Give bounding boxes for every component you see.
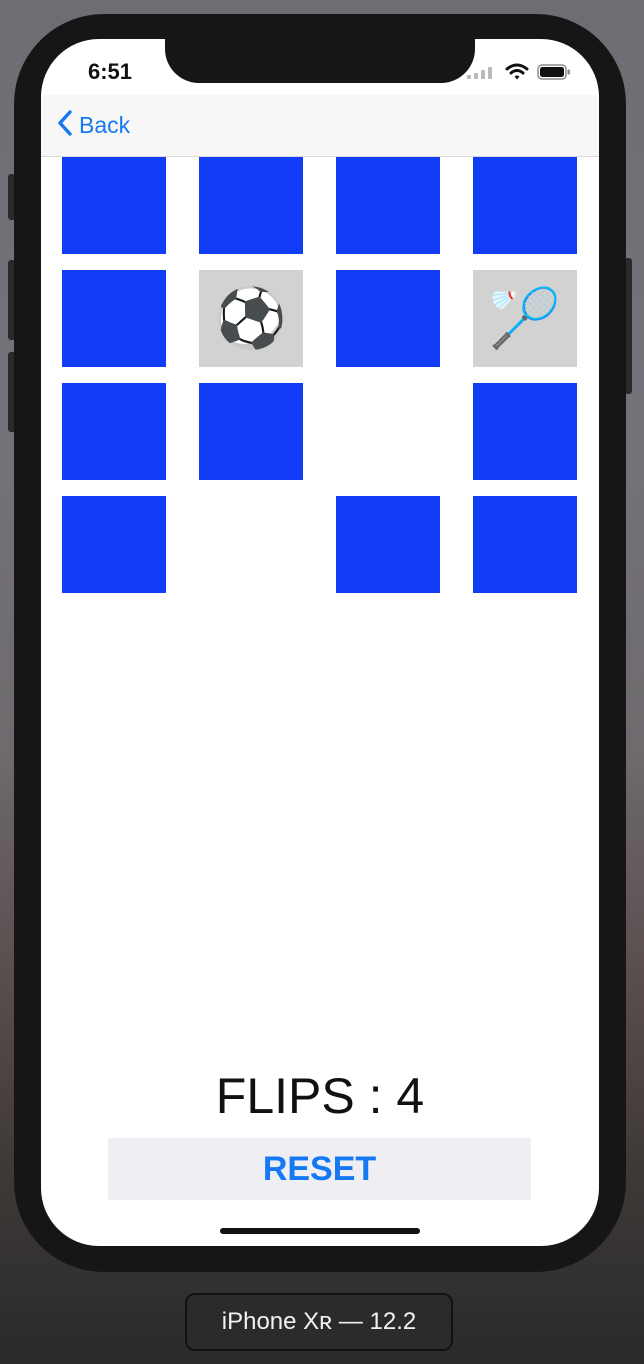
card[interactable] [473,383,577,480]
card[interactable] [199,157,303,254]
card[interactable] [62,157,166,254]
card[interactable] [62,496,166,593]
card[interactable] [336,496,440,593]
device-label-text: iPhone Xʀ — 12.2 [221,1308,417,1335]
phone-screen: 6:51 Back ⚽ 🏸 FLIPS: 4 RESET [41,39,599,1246]
card[interactable] [473,157,577,254]
notch [165,39,475,83]
card [199,496,303,593]
card[interactable] [199,383,303,480]
card[interactable] [473,496,577,593]
signal-icon [467,66,497,84]
reset-button[interactable]: RESET [108,1138,531,1200]
back-button[interactable]: Back [57,109,130,142]
home-indicator [220,1228,420,1234]
battery-icon [537,64,571,85]
status-time: 6:51 [88,59,133,84]
card [336,383,440,480]
simulator-device-label: iPhone Xʀ — 12.2 [185,1293,453,1351]
card[interactable] [62,383,166,480]
card[interactable]: ⚽ [199,270,303,367]
soccer-ball-icon: ⚽ [214,285,288,351]
card[interactable]: 🏸 [473,270,577,367]
chevron-left-icon [57,109,73,142]
card[interactable] [336,270,440,367]
flips-counter: FLIPS : 4 [215,1068,425,1124]
card[interactable] [336,157,440,254]
wifi-icon [505,63,529,86]
status-icons [467,63,571,86]
back-label: Back [79,112,131,138]
badminton-icon: 🏸 [488,285,562,351]
reset-label: RESET [262,1149,377,1188]
navigation-bar: Back [41,95,599,157]
card[interactable] [62,270,166,367]
